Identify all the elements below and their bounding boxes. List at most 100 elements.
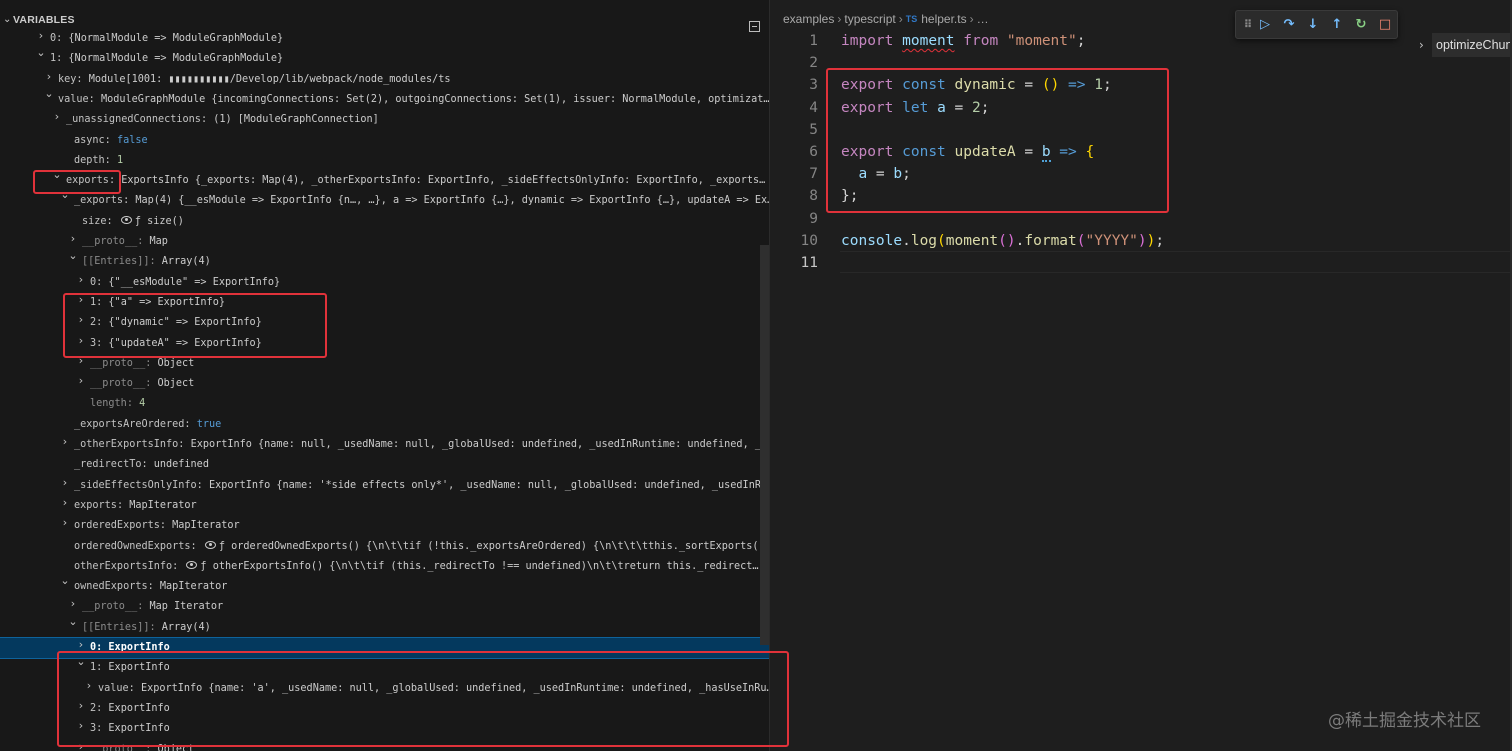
variable-row[interactable]: › __proto__: Object [0, 374, 770, 394]
tree-entry-row[interactable]: › 0: {"__esModule" => ExportInfo} [0, 273, 770, 293]
chevron-right-icon[interactable]: › [36, 29, 46, 49]
variable-text: 1: {NormalModule => ModuleGraphModule} [50, 49, 283, 69]
variable-value: MapIterator [172, 520, 240, 532]
chevron-down-icon[interactable]: ⌄ [3, 14, 11, 25]
variable-row[interactable]: › _otherExportsInfo: ExportInfo {name: nu… [0, 435, 770, 455]
variable-row[interactable]: › _sideEffectsOnlyInfo: ExportInfo {name:… [0, 476, 770, 496]
chevron-right-icon[interactable]: › [60, 496, 70, 516]
chevron-down-icon[interactable]: ⌄ [36, 49, 46, 66]
chevron-right-icon[interactable]: › [60, 516, 70, 536]
variable-value: undefined [153, 459, 209, 471]
variable-text: exports: ExportsInfo {_exports: Map(4), … [66, 171, 765, 191]
variable-row[interactable]: ⌄ [[Entries]]: Array(4) [0, 618, 770, 638]
line-number: 1 [809, 33, 818, 49]
variable-key: __proto__ [90, 378, 146, 390]
eye-icon[interactable] [120, 215, 132, 224]
variable-row[interactable]: async: false [0, 131, 770, 151]
chevron-right-icon: › [837, 11, 842, 26]
chevron-down-icon[interactable]: ⌄ [68, 252, 78, 269]
typescript-file-icon: TS [905, 13, 918, 24]
variable-key: [[Entries]] [82, 256, 150, 268]
variable-value: {NormalModule => ModuleGraphModule} [68, 53, 284, 65]
breadcrumb-item[interactable]: … [977, 12, 989, 26]
tree-entry-row[interactable]: ⌄ 1: {NormalModule => ModuleGraphModule} [0, 49, 770, 69]
separator: : [178, 439, 191, 450]
variable-row[interactable]: orderedOwnedExports: ƒ orderedOwnedExpor… [0, 537, 770, 557]
variable-key: _exportsAreOrdered [74, 418, 185, 430]
variable-row[interactable]: ⌄ value: ModuleGraphModule {incomingConne… [0, 90, 770, 110]
line-number: 5 [809, 121, 818, 138]
variable-key: _exports [74, 195, 124, 207]
chevron-right-icon[interactable]: › [76, 273, 86, 293]
chevron-right-icon[interactable]: › [76, 374, 86, 394]
variable-value: {"__esModule" => ExportInfo} [108, 276, 281, 288]
variable-value: ƒ orderedOwnedExports() {\n\t\tif (!this… [218, 540, 770, 552]
variable-row[interactable]: size: ƒ size() [0, 212, 770, 232]
chevron-down-icon[interactable]: ⌄ [68, 618, 78, 635]
breadcrumb-item[interactable]: helper.ts [921, 12, 966, 26]
separator: : [141, 459, 154, 471]
chevron-right-icon[interactable]: › [44, 70, 54, 90]
variable-row[interactable]: › __proto__: Map [0, 232, 770, 252]
code-line[interactable]: 10 console.log(moment().format("YYYY")); [780, 230, 1510, 252]
separator: : [172, 560, 185, 572]
variable-row[interactable]: _exportsAreOrdered: true [0, 415, 770, 435]
variable-text: __proto__: Map [82, 232, 168, 252]
variable-value: ƒ otherExportsInfo() {\n\t\tif (this._re… [200, 560, 759, 572]
breadcrumb-item[interactable]: examples [783, 12, 834, 26]
variable-row[interactable]: › __proto__: Map Iterator [0, 597, 770, 617]
variable-row[interactable]: › key: Module[1001: ▮▮▮▮▮▮▮▮▮▮/Develop/li… [0, 70, 770, 90]
variable-key: async [74, 134, 105, 146]
separator: : [123, 195, 136, 207]
variable-text: _redirectTo: undefined [74, 455, 209, 475]
chevron-right-icon[interactable]: › [60, 435, 70, 455]
variable-row[interactable]: › _unassignedConnections: (1) [ModuleGrap… [0, 110, 770, 130]
variable-text: [[Entries]]: Array(4) [82, 618, 211, 638]
variable-row[interactable]: _redirectTo: undefined [0, 455, 770, 475]
chevron-down-icon[interactable]: ⌄ [60, 577, 70, 594]
variables-header[interactable]: ⌄ VARIABLES [0, 8, 770, 32]
separator: : [145, 357, 158, 369]
eye-icon[interactable] [204, 540, 216, 549]
chevron-right-icon[interactable]: › [68, 597, 78, 617]
variable-row[interactable]: › orderedExports: MapIterator [0, 516, 770, 536]
separator: : [159, 520, 173, 532]
separator: : [190, 540, 203, 552]
chevron-right-icon[interactable]: › [60, 476, 70, 496]
variable-value: ExportInfo {name: '*side effects only*',… [208, 479, 770, 491]
variable-row[interactable]: › exports: MapIterator [0, 496, 770, 516]
variable-value: true [196, 418, 222, 430]
scrollbar[interactable] [760, 245, 769, 645]
code-line[interactable]: 11 [780, 252, 1510, 274]
watermark: @稀土掘金技术社区 [1328, 711, 1481, 731]
chevron-right-icon[interactable]: › [52, 110, 62, 130]
line-number: 2 [809, 55, 818, 72]
variable-text: _unassignedConnections: (1) [ModuleGraph… [66, 110, 379, 130]
variable-text: _otherExportsInfo: ExportInfo {name: nul… [74, 435, 770, 455]
variable-row[interactable]: otherExportsInfo: ƒ otherExportsInfo() {… [0, 557, 770, 577]
variable-value: Object [157, 378, 195, 390]
variables-title: VARIABLES [13, 14, 75, 26]
breadcrumb-item[interactable]: typescript [844, 12, 895, 26]
variable-value: ExportInfo {name: null, _usedName: null,… [190, 439, 770, 450]
chevron-right-icon[interactable]: › [68, 232, 78, 252]
eye-icon[interactable] [186, 560, 198, 569]
variable-key: ownedExports [74, 581, 148, 593]
separator: : [104, 134, 117, 146]
separator: : [147, 581, 160, 593]
chevron-down-icon[interactable]: ⌄ [44, 90, 54, 107]
variable-row[interactable]: depth: 1 [0, 151, 770, 171]
code-line[interactable]: 1 import moment from "moment"; [780, 30, 1510, 52]
variable-value: 1 [116, 154, 124, 166]
variable-text: [[Entries]]: Array(4) [82, 252, 211, 272]
highlight-box [33, 170, 121, 194]
variable-row[interactable]: length: 4 [0, 394, 770, 414]
variable-value: Map [149, 236, 168, 247]
variable-row[interactable]: ⌄ ownedExports: MapIterator [0, 577, 770, 597]
separator: : [184, 418, 197, 430]
variable-row[interactable]: ⌄ _exports: Map(4) {__esModule => ExportI… [0, 191, 770, 211]
separator: : [149, 621, 162, 633]
tree-entry-row[interactable]: › 0: {NormalModule => ModuleGraphModule} [0, 29, 770, 49]
variable-row[interactable]: ⌄ [[Entries]]: Array(4) [0, 252, 770, 272]
variable-text: otherExportsInfo: ƒ otherExportsInfo() {… [74, 557, 759, 577]
